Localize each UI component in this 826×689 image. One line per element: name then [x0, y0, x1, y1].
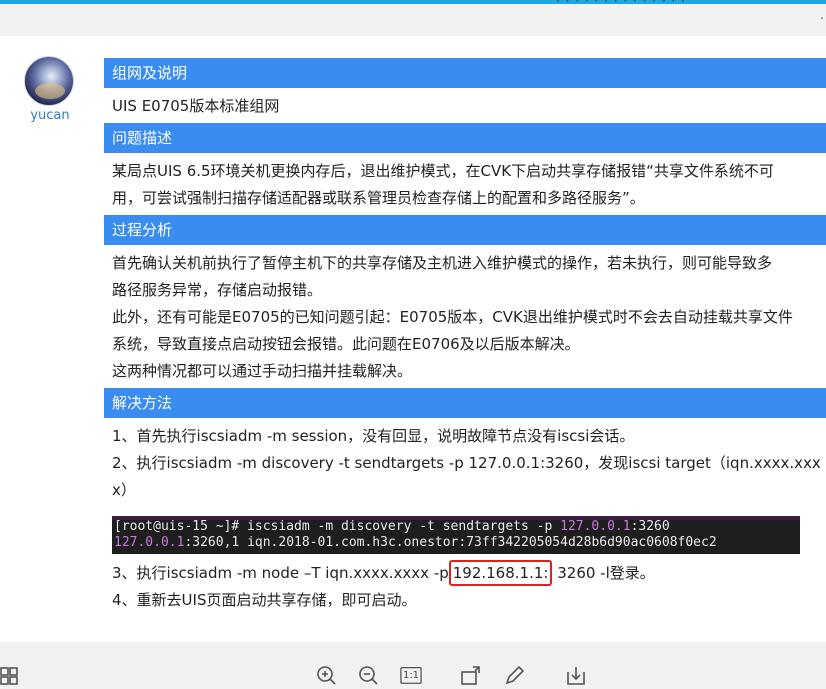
author-block[interactable]: yucan — [24, 56, 76, 123]
top-accent-bar — [0, 0, 826, 4]
post-content: 组网及说明 UIS E0705版本标准组网 问题描述 某局点UIS 6.5环境关… — [104, 58, 826, 617]
analysis-line-5: 这两种情况都可以通过手动扫描并挂载解决。 — [112, 362, 413, 380]
rotate-icon[interactable] — [461, 664, 483, 686]
edit-icon[interactable] — [504, 664, 526, 686]
terminal-line-1: [root@uis-15 ~]# iscsiadm -m discovery -… — [114, 519, 798, 535]
networking-text: UIS E0705版本标准组网 — [112, 97, 280, 115]
image-viewer-toolbar: 1:1 — [0, 660, 826, 689]
problem-line-1: 某局点UIS 6.5环境关机更换内存后，退出维护模式，在CVK下启动共享存储报错… — [112, 162, 774, 180]
solution-step-3: 3、执行iscsiadm -m node –T iqn.xxxx.xxxx -p… — [104, 560, 826, 587]
zoom-out-icon[interactable] — [357, 664, 379, 686]
screenshot-root: · · · · · · · · · · · · · · · yucan 组网及说… — [0, 0, 826, 689]
actual-size-label: 1:1 — [402, 670, 420, 681]
solution-step-2-cont: x） — [112, 481, 136, 499]
terminal-top-strip — [112, 516, 800, 520]
solution-step-2: 2、执行iscsiadm -m discovery -t sendtargets… — [112, 454, 821, 472]
zoom-in-icon[interactable] — [315, 664, 337, 686]
terminal-ip-2: 127.0.0.1 — [114, 535, 185, 550]
solution-step-1: 1、首先执行iscsiadm -m session，没有回显，说明故障节点没有i… — [112, 427, 635, 445]
analysis-line-4: 系统，导致直接点启动按钮会报错。此问题在E0706及以后版本解决。 — [112, 335, 580, 353]
actual-size-icon[interactable]: 1:1 — [399, 664, 423, 686]
terminal-line-2: 127.0.0.1:3260,1 iqn.2018-01.com.h3c.one… — [114, 535, 798, 551]
download-icon[interactable] — [565, 664, 587, 686]
section-header-solution: 解决方法 — [104, 388, 826, 418]
analysis-line-1: 首先确认关机前执行了暂停主机下的共享存储及主机进入维护模式的操作，若未执行，则可… — [112, 254, 773, 272]
solution-step-4: 4、重新去UIS页面启动共享存储，即可启动。 — [112, 591, 417, 609]
terminal-screenshot: [root@uis-15 ~]# iscsiadm -m discovery -… — [112, 516, 800, 554]
grid-icon[interactable] — [0, 664, 22, 686]
problem-line-2: 用，可尝试强制扫描存储适配器或联系管理员检查存储上的配置和多路径服务”。 — [112, 189, 645, 207]
top-cutoff-text: · · · · · · · · · · · · · · — [556, 0, 686, 8]
section-header-problem: 问题描述 — [104, 123, 826, 153]
step3-prefix: 3、执行iscsiadm -m node –T iqn.xxxx.xxxx -p — [112, 564, 449, 582]
terminal-ip-1: 127.0.0.1 — [560, 519, 631, 534]
author-name[interactable]: yucan — [24, 108, 76, 123]
avatar[interactable] — [24, 56, 74, 106]
analysis-line-3: 此外，还有可能是E0705的已知问题引起：E0705版本，CVK退出维护模式时不… — [112, 308, 793, 326]
corner-mark: · — [819, 12, 824, 27]
terminal-prompt: [root@uis-15 ~]# iscsiadm -m discovery -… — [114, 519, 561, 534]
analysis-line-2: 路径服务异常，存储启动报错。 — [112, 281, 323, 299]
section-header-analysis: 过程分析 — [104, 215, 826, 245]
section-header-networking: 组网及说明 — [104, 58, 826, 88]
step3-suffix: 3260 -l登录。 — [557, 564, 655, 582]
terminal-result: :3260,1 iqn.2018-01.com.h3c.onestor:73ff… — [184, 535, 717, 550]
terminal-port-1: :3260 — [630, 519, 670, 534]
highlighted-ip: 192.168.1.1: — [448, 560, 553, 586]
